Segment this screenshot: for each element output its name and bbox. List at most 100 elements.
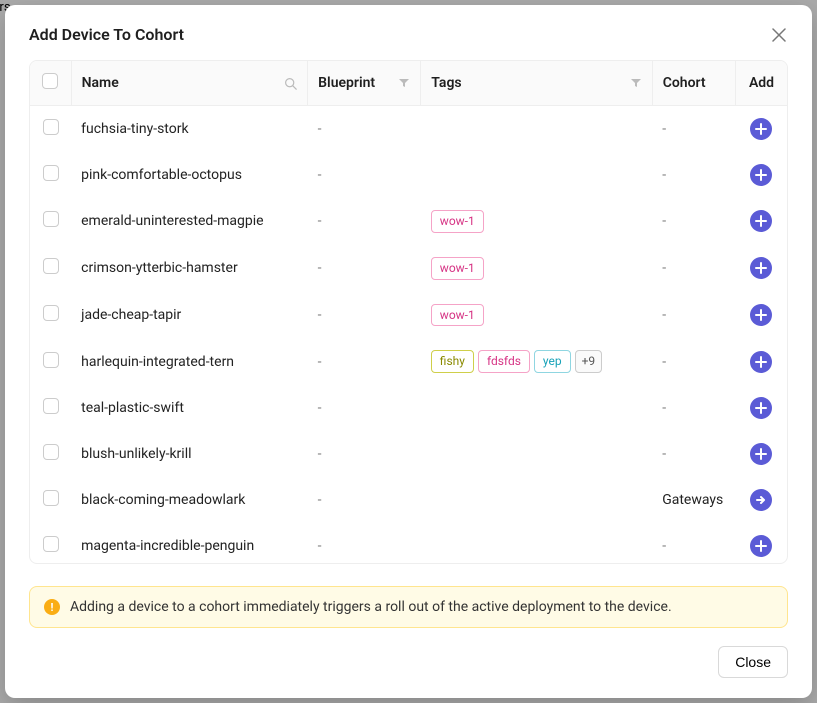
header-blueprint: Blueprint xyxy=(308,61,421,106)
add-device-modal: Add Device To Cohort Name xyxy=(5,5,812,698)
device-tags xyxy=(421,477,652,523)
header-tags-label: Tags xyxy=(431,75,461,91)
device-blueprint: - xyxy=(308,198,421,245)
plus-icon xyxy=(755,540,767,552)
device-tags: wow-1 xyxy=(421,245,652,292)
device-blueprint: - xyxy=(308,245,421,292)
device-tags: fishyfdsfdsyep+9 xyxy=(421,338,652,385)
table-row: blush-unlikely-krill-- xyxy=(30,431,787,477)
modal-title: Add Device To Cohort xyxy=(29,25,184,44)
plus-icon xyxy=(755,448,767,460)
add-to-cohort-button[interactable] xyxy=(750,304,772,326)
device-cohort: - xyxy=(652,338,735,385)
device-name: magenta-incredible-penguin xyxy=(71,523,308,564)
header-name-label: Name xyxy=(82,75,119,91)
device-table: Name Blueprint xyxy=(29,60,788,564)
add-to-cohort-button[interactable] xyxy=(750,118,772,140)
table-row: magenta-incredible-penguin-- xyxy=(30,523,787,564)
arrow-right-icon xyxy=(755,494,767,506)
table-row: pink-comfortable-octopus-- xyxy=(30,152,787,198)
row-checkbox[interactable] xyxy=(43,398,59,414)
device-blueprint: - xyxy=(308,477,421,523)
close-icon[interactable] xyxy=(770,26,788,44)
add-to-cohort-button[interactable] xyxy=(750,164,772,186)
tag[interactable]: fdsfds xyxy=(478,350,530,373)
device-name: harlequin-integrated-tern xyxy=(71,338,308,385)
device-blueprint: - xyxy=(308,338,421,385)
device-blueprint: - xyxy=(308,385,421,431)
plus-icon xyxy=(755,215,767,227)
filter-icon[interactable] xyxy=(398,77,410,89)
plus-icon xyxy=(755,169,767,181)
add-to-cohort-button[interactable] xyxy=(750,257,772,279)
add-to-cohort-button[interactable] xyxy=(750,535,772,557)
tag-more[interactable]: +9 xyxy=(575,350,603,373)
search-icon[interactable] xyxy=(284,77,297,90)
device-tags xyxy=(421,523,652,564)
row-checkbox[interactable] xyxy=(43,536,59,552)
add-to-cohort-button[interactable] xyxy=(750,397,772,419)
tag[interactable]: wow-1 xyxy=(431,257,484,280)
table-row: black-coming-meadowlark- Gateways xyxy=(30,477,787,523)
modal-header: Add Device To Cohort xyxy=(29,25,788,44)
table-row: teal-plastic-swift-- xyxy=(30,385,787,431)
device-name: crimson-ytterbic-hamster xyxy=(71,245,308,292)
device-cohort: - xyxy=(652,523,735,564)
tag[interactable]: wow-1 xyxy=(431,304,484,327)
device-cohort: - xyxy=(652,152,735,198)
modal-footer: Close xyxy=(29,646,788,678)
device-name: teal-plastic-swift xyxy=(71,385,308,431)
header-cohort-label: Cohort xyxy=(663,75,706,91)
device-blueprint: - xyxy=(308,431,421,477)
device-tags xyxy=(421,431,652,477)
go-to-cohort-button[interactable] xyxy=(750,489,772,511)
filter-icon[interactable] xyxy=(630,77,642,89)
plus-icon xyxy=(755,309,767,321)
row-checkbox[interactable] xyxy=(43,258,59,274)
row-checkbox[interactable] xyxy=(43,119,59,135)
device-blueprint: - xyxy=(308,292,421,339)
table-row: emerald-uninterested-magpie-wow-1- xyxy=(30,198,787,245)
device-blueprint: - xyxy=(308,523,421,564)
row-checkbox[interactable] xyxy=(43,490,59,506)
device-cohort: Gateways xyxy=(652,477,735,523)
header-cohort: Cohort xyxy=(652,61,735,106)
add-to-cohort-button[interactable] xyxy=(750,443,772,465)
tag[interactable]: fishy xyxy=(431,350,474,373)
select-all-checkbox[interactable] xyxy=(42,73,58,89)
device-tags xyxy=(421,385,652,431)
device-name: jade-cheap-tapir xyxy=(71,292,308,339)
header-add: Add xyxy=(736,61,787,106)
plus-icon xyxy=(755,123,767,135)
device-name: black-coming-meadowlark xyxy=(71,477,308,523)
row-checkbox[interactable] xyxy=(43,444,59,460)
device-tags xyxy=(421,106,652,153)
device-name: fuchsia-tiny-stork xyxy=(71,106,308,153)
tag[interactable]: wow-1 xyxy=(431,210,484,233)
header-blueprint-label: Blueprint xyxy=(318,75,375,91)
tag[interactable]: yep xyxy=(534,350,571,373)
table-row: crimson-ytterbic-hamster-wow-1- xyxy=(30,245,787,292)
device-blueprint: - xyxy=(308,152,421,198)
header-name: Name xyxy=(71,61,308,106)
add-to-cohort-button[interactable] xyxy=(750,210,772,232)
device-cohort: - xyxy=(652,431,735,477)
row-checkbox[interactable] xyxy=(43,305,59,321)
warning-alert: ! Adding a device to a cohort immediatel… xyxy=(29,586,788,628)
warning-icon: ! xyxy=(44,599,60,615)
header-checkbox-cell xyxy=(30,61,71,106)
close-button[interactable]: Close xyxy=(718,646,788,678)
header-tags: Tags xyxy=(421,61,652,106)
row-checkbox[interactable] xyxy=(43,165,59,181)
device-cohort: - xyxy=(652,385,735,431)
add-to-cohort-button[interactable] xyxy=(750,351,772,373)
device-cohort: - xyxy=(652,106,735,153)
table-row: fuchsia-tiny-stork-- xyxy=(30,106,787,153)
device-tags: wow-1 xyxy=(421,198,652,245)
row-checkbox[interactable] xyxy=(43,211,59,227)
row-checkbox[interactable] xyxy=(43,352,59,368)
plus-icon xyxy=(755,356,767,368)
table-row: harlequin-integrated-tern-fishyfdsfdsyep… xyxy=(30,338,787,385)
table-row: jade-cheap-tapir-wow-1- xyxy=(30,292,787,339)
device-cohort: - xyxy=(652,198,735,245)
